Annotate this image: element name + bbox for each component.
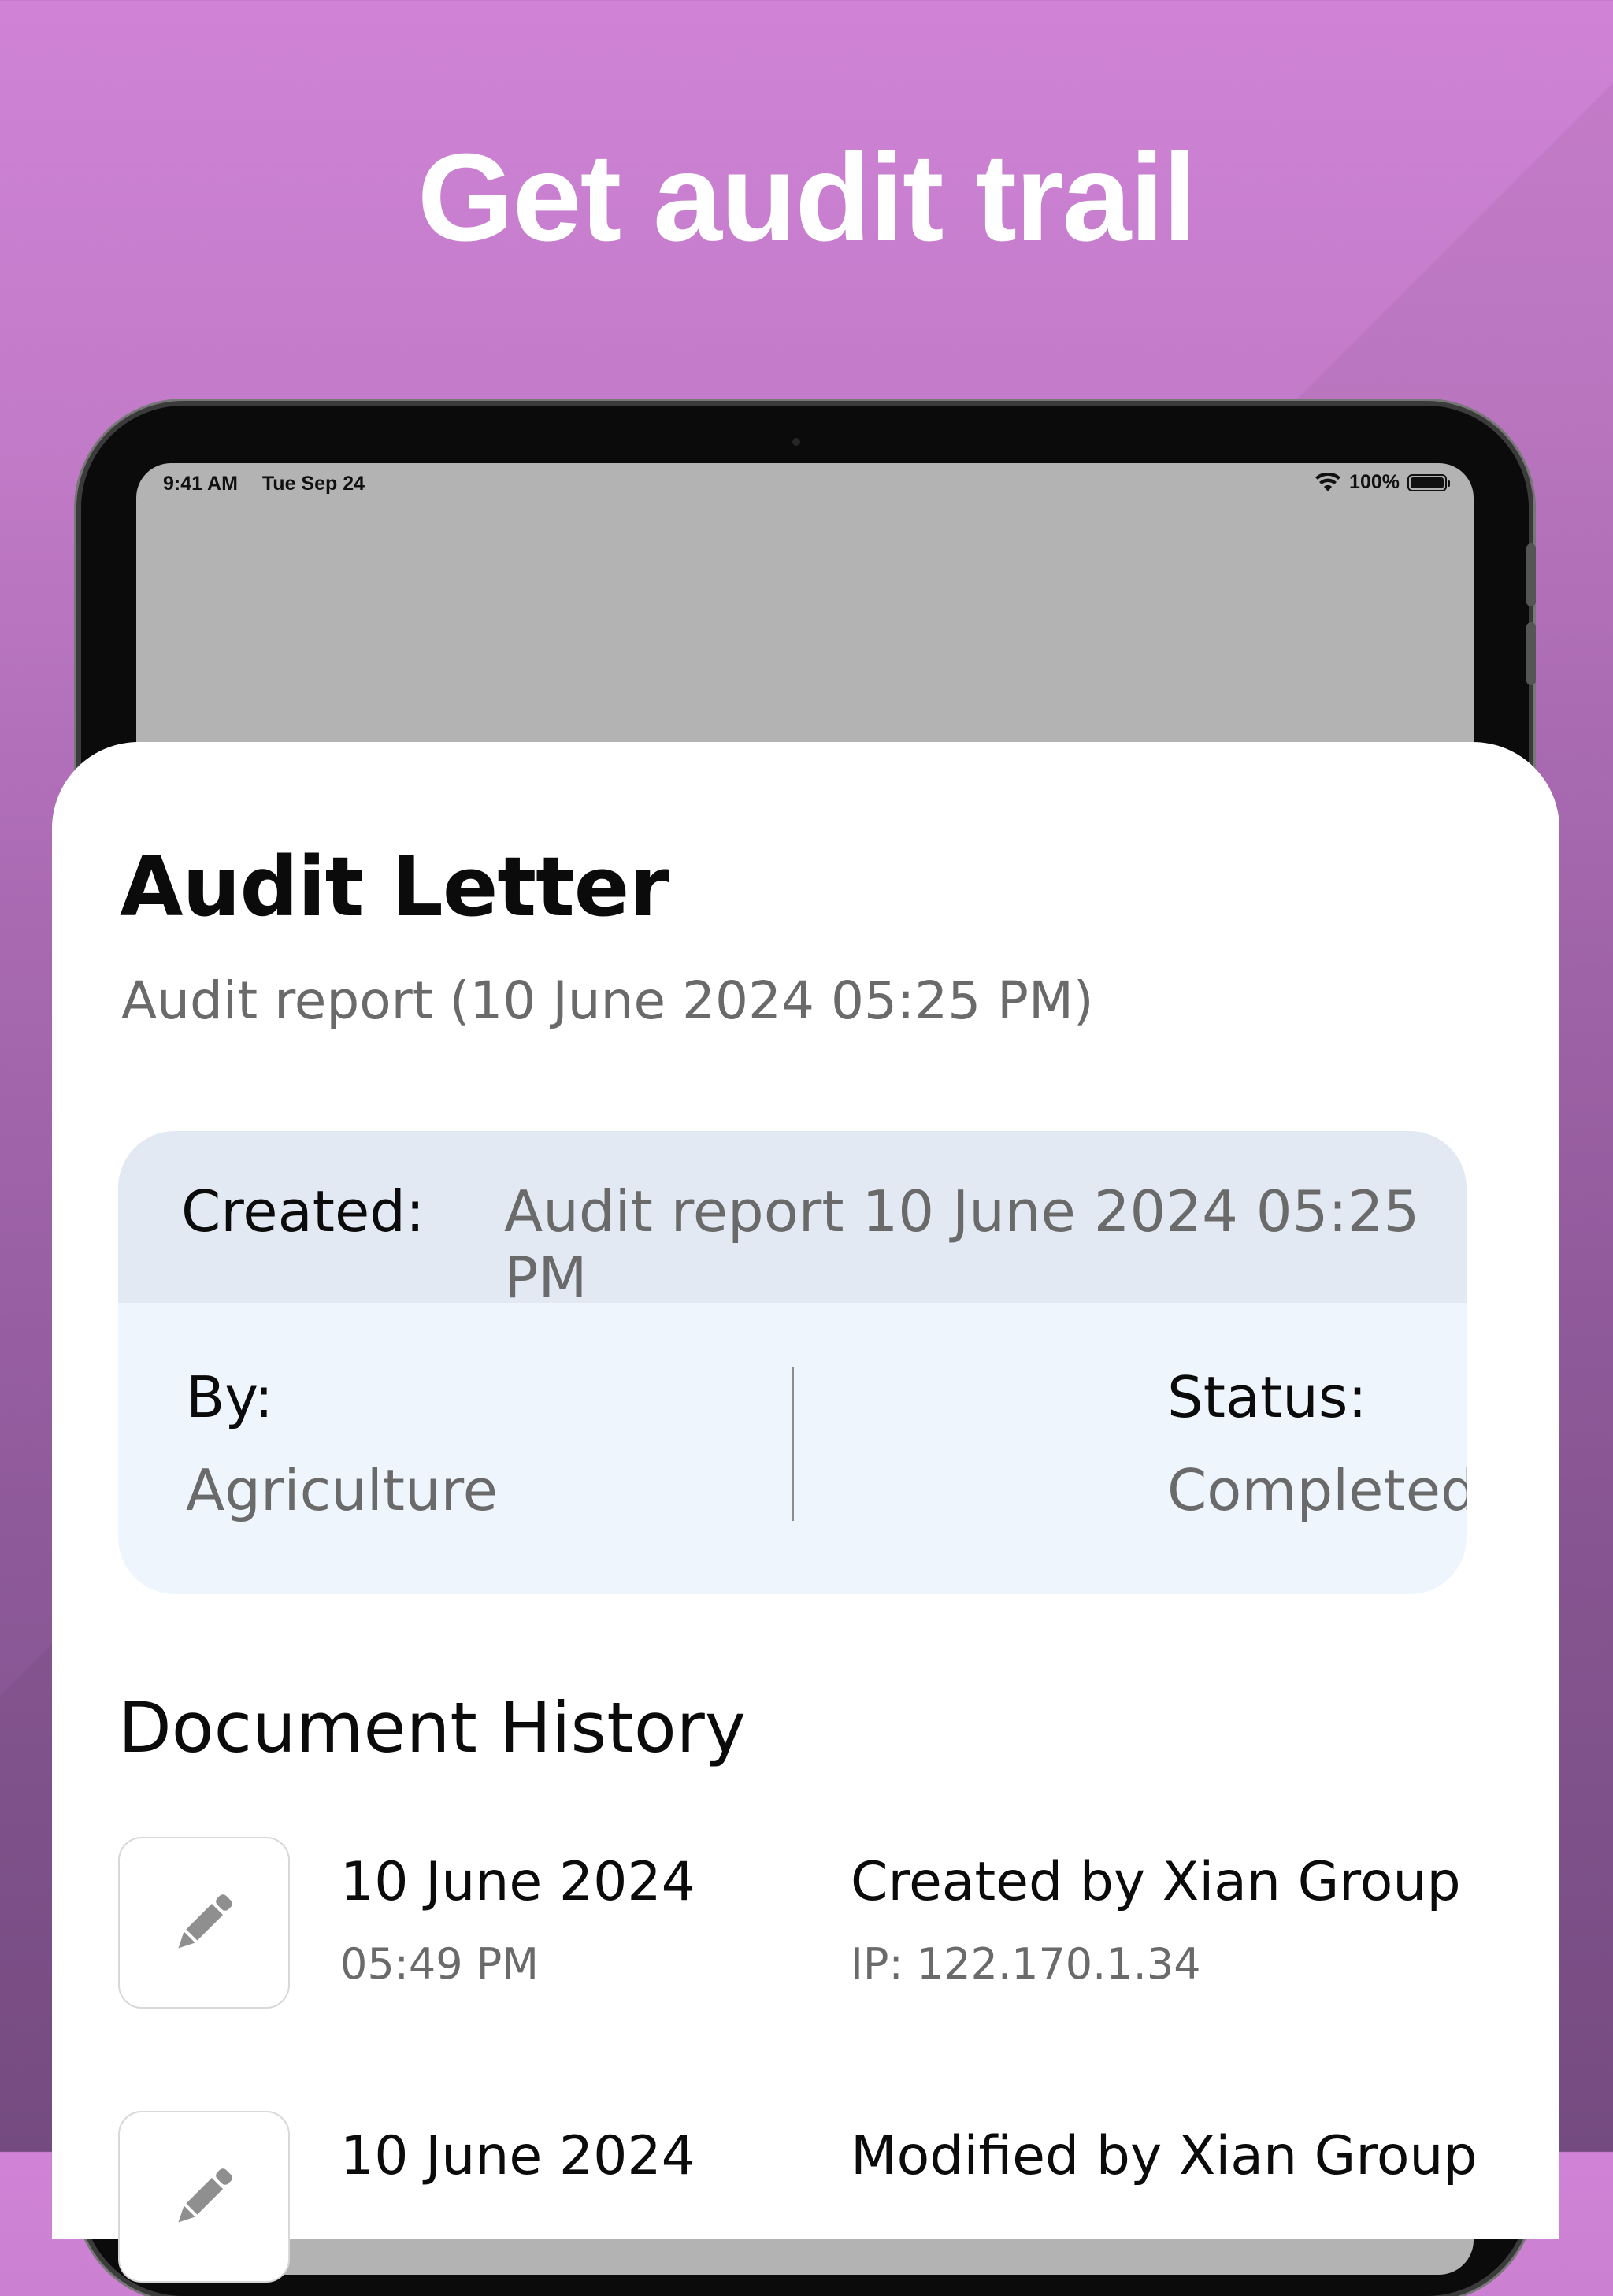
page-subtitle: Audit report (10 June 2024 05:25 PM) [121,970,1094,1031]
tablet-volume-button [1526,543,1536,606]
headline: Get audit trail [417,128,1197,267]
pencil-icon [178,2168,232,2223]
history-date: 10 June 2024 [340,2125,695,2187]
history-action: Modified by Xian Group [851,2125,1478,2187]
history-item[interactable]: 10 June 2024 Modified by Xian Group [118,2111,1489,2292]
history-ip: IP: 122.170.1.34 [851,1939,1201,1989]
by-value: Agriculture [186,1457,498,1523]
pencil-icon [178,1894,232,1949]
info-divider [792,1367,794,1521]
audit-card: Audit Letter Audit report (10 June 2024 … [52,742,1559,2283]
front-camera [792,438,800,446]
audit-info-box: Created: Audit report 10 June 2024 05:25… [118,1131,1467,1594]
status-left: 9:41 AM Tue Sep 24 [163,473,384,495]
created-label: Created: [181,1178,425,1244]
battery-percent: 100% [1349,471,1400,493]
by-label: By: [186,1364,274,1430]
wifi-icon [1315,472,1341,491]
status-label: Status: [1167,1364,1367,1430]
history-action: Created by Xian Group [851,1851,1461,1913]
history-item-icon-box [118,1837,290,2009]
status-date: Tue Sep 24 [261,473,365,495]
history-item-icon-box [118,2111,290,2283]
page-title: Audit Letter [120,839,669,935]
document-history-title: Document History [118,1687,746,1768]
status-time: 9:41 AM [163,473,238,495]
tablet-volume-button [1526,622,1536,685]
status-value: Completed [1167,1457,1467,1523]
status-right: 100% [1315,471,1450,494]
battery-icon [1407,473,1450,491]
history-date: 10 June 2024 [340,1851,695,1913]
history-item[interactable]: 10 June 2024 05:49 PM Created by Xian Gr… [118,1837,1489,2018]
status-bar: 9:41 AM Tue Sep 24 100% [136,463,1474,507]
history-time: 05:49 PM [340,1939,539,1989]
created-value: Audit report 10 June 2024 05:25 PM [504,1178,1420,1311]
